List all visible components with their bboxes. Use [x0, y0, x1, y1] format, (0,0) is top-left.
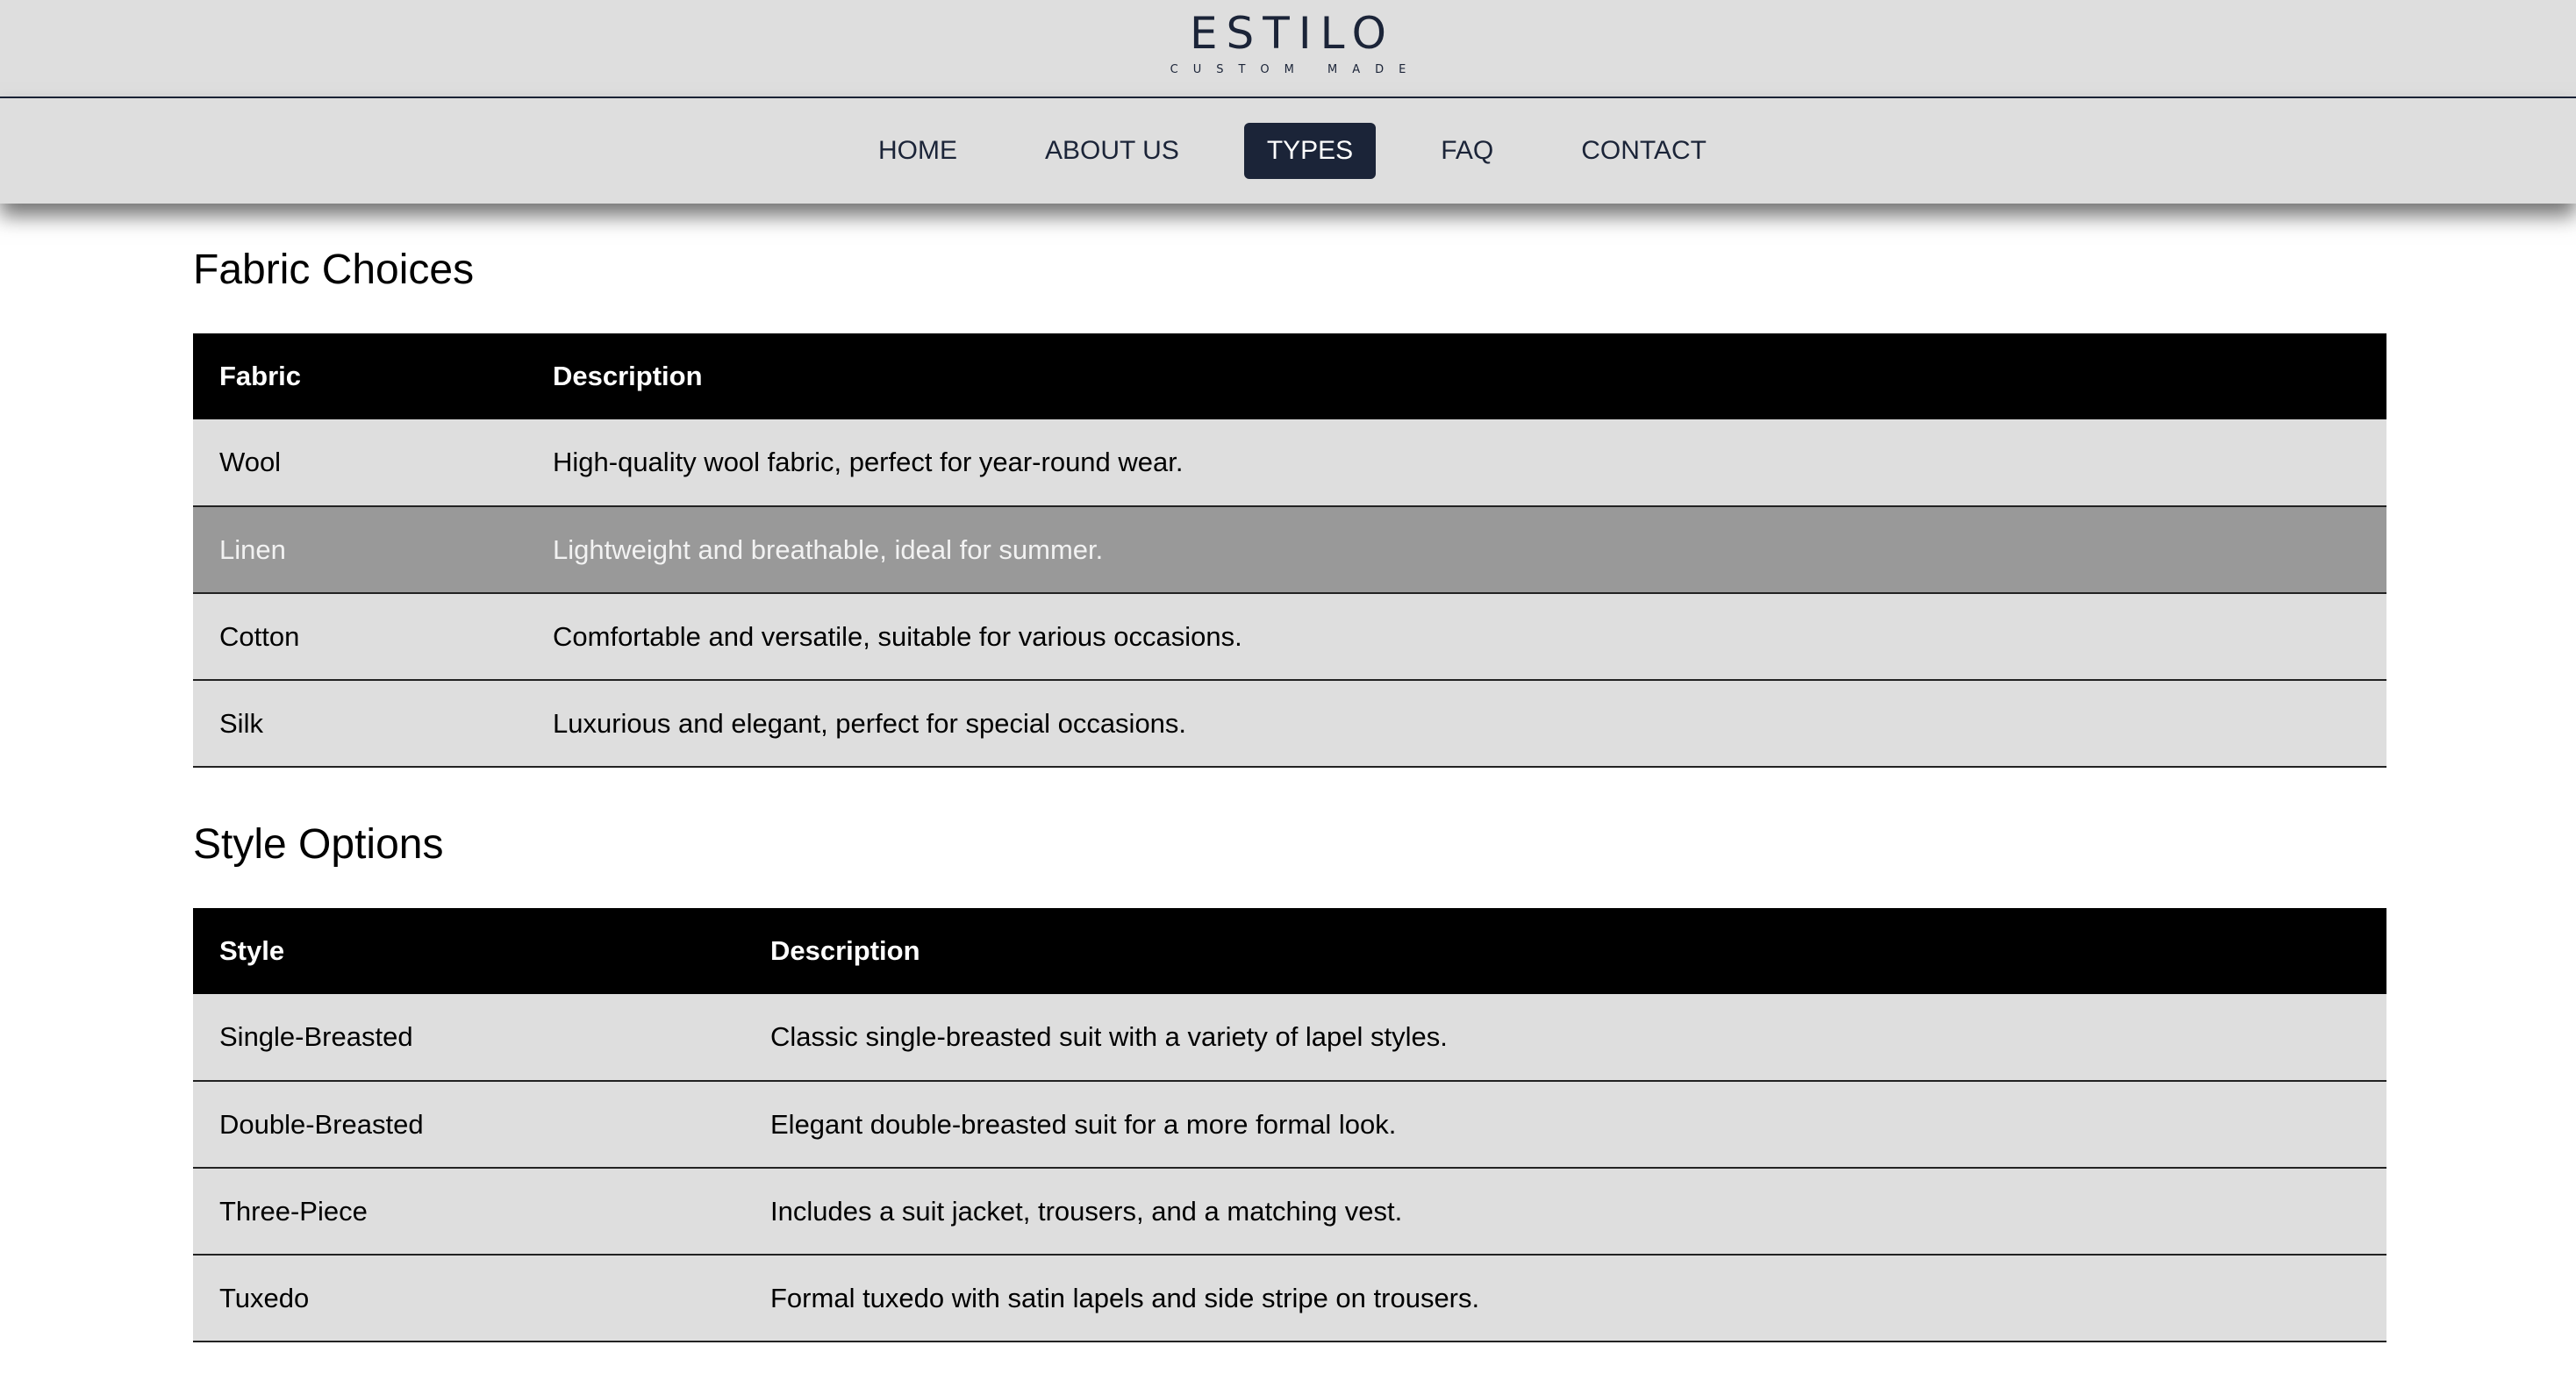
style-name: Single-Breasted [193, 994, 744, 1082]
table-row[interactable]: Silk Luxurious and elegant, perfect for … [193, 680, 2386, 768]
fabric-description: Lightweight and breathable, ideal for su… [526, 506, 2386, 594]
style-table: Style Description Single-Breasted Classi… [193, 908, 2386, 1342]
table-row[interactable]: Double-Breasted Elegant double-breasted … [193, 1081, 2386, 1169]
fabric-table: Fabric Description Wool High-quality woo… [193, 333, 2386, 768]
main-nav: HOME ABOUT US TYPES FAQ CONTACT [0, 98, 2576, 204]
fabric-name: Silk [193, 680, 526, 768]
brand-name: ESTILO [1189, 8, 1396, 59]
fabric-name: Cotton [193, 593, 526, 681]
nav-home-link[interactable]: HOME [855, 123, 980, 179]
table-row[interactable]: Single-Breasted Classic single-breasted … [193, 994, 2386, 1082]
style-description: Elegant double-breasted suit for a more … [744, 1081, 2386, 1169]
nav-about-link[interactable]: ABOUT US [1022, 123, 1202, 179]
table-row[interactable]: Wool High-quality wool fabric, perfect f… [193, 419, 2386, 507]
style-description: Formal tuxedo with satin lapels and side… [744, 1255, 2386, 1342]
site-header: ESTILO CUSTOM MADE [0, 0, 2576, 98]
main-content: Fabric Choices Fabric Description Wool H… [193, 204, 2386, 1342]
description-column-header: Description [744, 908, 2386, 994]
fabric-section-title: Fabric Choices [193, 247, 475, 293]
table-header-row: Fabric Description [193, 333, 2386, 419]
table-row-highlighted[interactable]: Linen Lightweight and breathable, ideal … [193, 506, 2386, 594]
style-name: Tuxedo [193, 1255, 744, 1342]
style-name: Double-Breasted [193, 1081, 744, 1169]
fabric-description: High-quality wool fabric, perfect for ye… [526, 419, 2386, 507]
fabric-column-header: Fabric [193, 333, 526, 419]
table-row[interactable]: Cotton Comfortable and versatile, suitab… [193, 593, 2386, 681]
style-description: Classic single-breasted suit with a vari… [744, 994, 2386, 1082]
fabric-description: Comfortable and versatile, suitable for … [526, 593, 2386, 681]
description-column-header: Description [526, 333, 2386, 419]
table-row[interactable]: Tuxedo Formal tuxedo with satin lapels a… [193, 1255, 2386, 1342]
table-header-row: Style Description [193, 908, 2386, 994]
style-column-header: Style [193, 908, 744, 994]
style-section-title: Style Options [193, 821, 444, 868]
fabric-name: Linen [193, 506, 526, 594]
table-row[interactable]: Three-Piece Includes a suit jacket, trou… [193, 1168, 2386, 1256]
nav-list: HOME ABOUT US TYPES FAQ CONTACT [0, 123, 2576, 179]
nav-faq-link[interactable]: FAQ [1418, 123, 1516, 179]
brand-tagline: CUSTOM MADE [1170, 63, 1421, 76]
style-description: Includes a suit jacket, trousers, and a … [744, 1168, 2386, 1256]
fabric-name: Wool [193, 419, 526, 507]
nav-contact-link[interactable]: CONTACT [1558, 123, 1729, 179]
brand-logo[interactable]: ESTILO CUSTOM MADE [0, 11, 2576, 79]
fabric-description: Luxurious and elegant, perfect for speci… [526, 680, 2386, 768]
nav-types-link[interactable]: TYPES [1243, 123, 1377, 179]
style-name: Three-Piece [193, 1168, 744, 1256]
